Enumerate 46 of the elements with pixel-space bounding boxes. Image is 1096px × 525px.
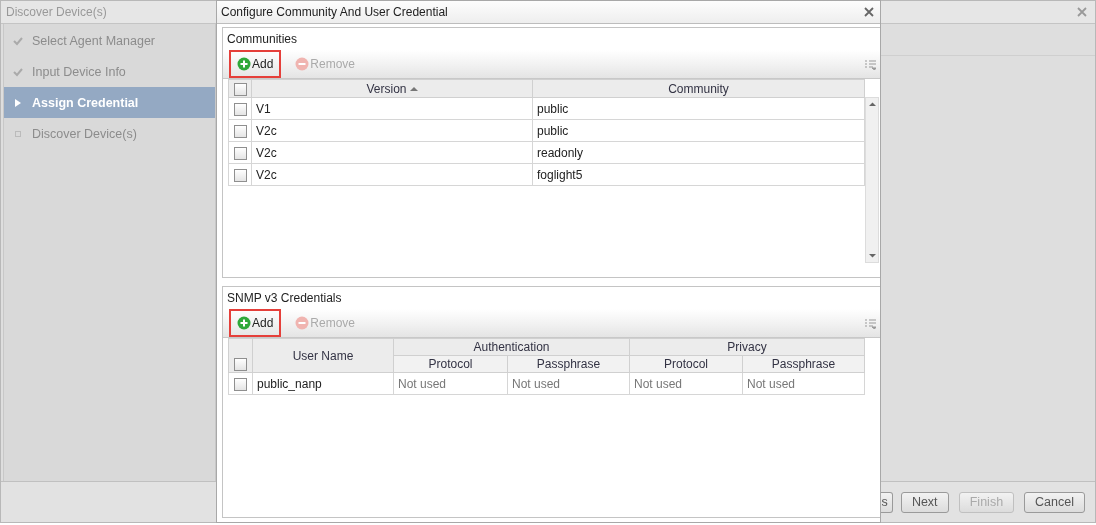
table-cell: readonly <box>532 141 865 164</box>
triangle-icon <box>13 97 23 108</box>
check-icon <box>13 35 23 46</box>
scrollbar[interactable] <box>865 97 879 263</box>
dialog-title: Configure Community And User Credential <box>221 5 448 19</box>
wizard-button[interactable]: Next <box>900 491 949 513</box>
table-cell: public <box>532 119 865 142</box>
panel-title: SNMP v3 Credentials <box>226 290 343 307</box>
table-cell: V2c <box>251 163 533 186</box>
sort-icon <box>409 85 418 92</box>
table-cell: foglight5 <box>532 163 865 186</box>
checkbox[interactable] <box>233 124 247 138</box>
close-icon[interactable] <box>1077 7 1087 17</box>
checkbox[interactable] <box>234 358 247 371</box>
table-cell: Not used <box>629 372 743 395</box>
plus-icon <box>237 316 251 330</box>
checkbox[interactable] <box>234 377 247 391</box>
close-icon[interactable] <box>864 7 874 17</box>
minus-icon <box>295 57 310 71</box>
table-cell: Not used <box>393 372 508 395</box>
minus-icon <box>295 316 310 330</box>
table-cell: V1 <box>251 97 533 120</box>
table-cell: Not used <box>742 372 865 395</box>
wizard-button[interactable]: Cancel <box>1024 491 1085 513</box>
panel-title: Communities <box>226 31 299 48</box>
columns-icon[interactable] <box>865 60 876 70</box>
checkbox[interactable] <box>233 168 247 182</box>
table-cell: V2c <box>251 119 533 142</box>
checkbox[interactable] <box>233 82 247 96</box>
plus-icon <box>237 57 251 71</box>
table-cell: V2c <box>251 141 533 164</box>
column-header[interactable]: Authentication <box>393 338 630 356</box>
column-header[interactable]: User Name <box>252 338 394 373</box>
columns-icon[interactable] <box>865 319 876 329</box>
column-header[interactable]: Version <box>251 79 533 98</box>
table-cell: Not used <box>507 372 630 395</box>
checkbox[interactable] <box>233 102 247 116</box>
column-header[interactable]: Privacy <box>629 338 865 356</box>
window-title: Discover Device(s) <box>6 5 107 19</box>
scroll-down-icon[interactable] <box>868 253 876 258</box>
check-icon <box>13 66 23 77</box>
table-cell: public <box>532 97 865 120</box>
table-cell: public_nanp <box>252 372 394 395</box>
checkbox[interactable] <box>233 146 247 160</box>
column-header[interactable]: Community <box>532 79 865 98</box>
scroll-up-icon[interactable] <box>868 102 876 107</box>
